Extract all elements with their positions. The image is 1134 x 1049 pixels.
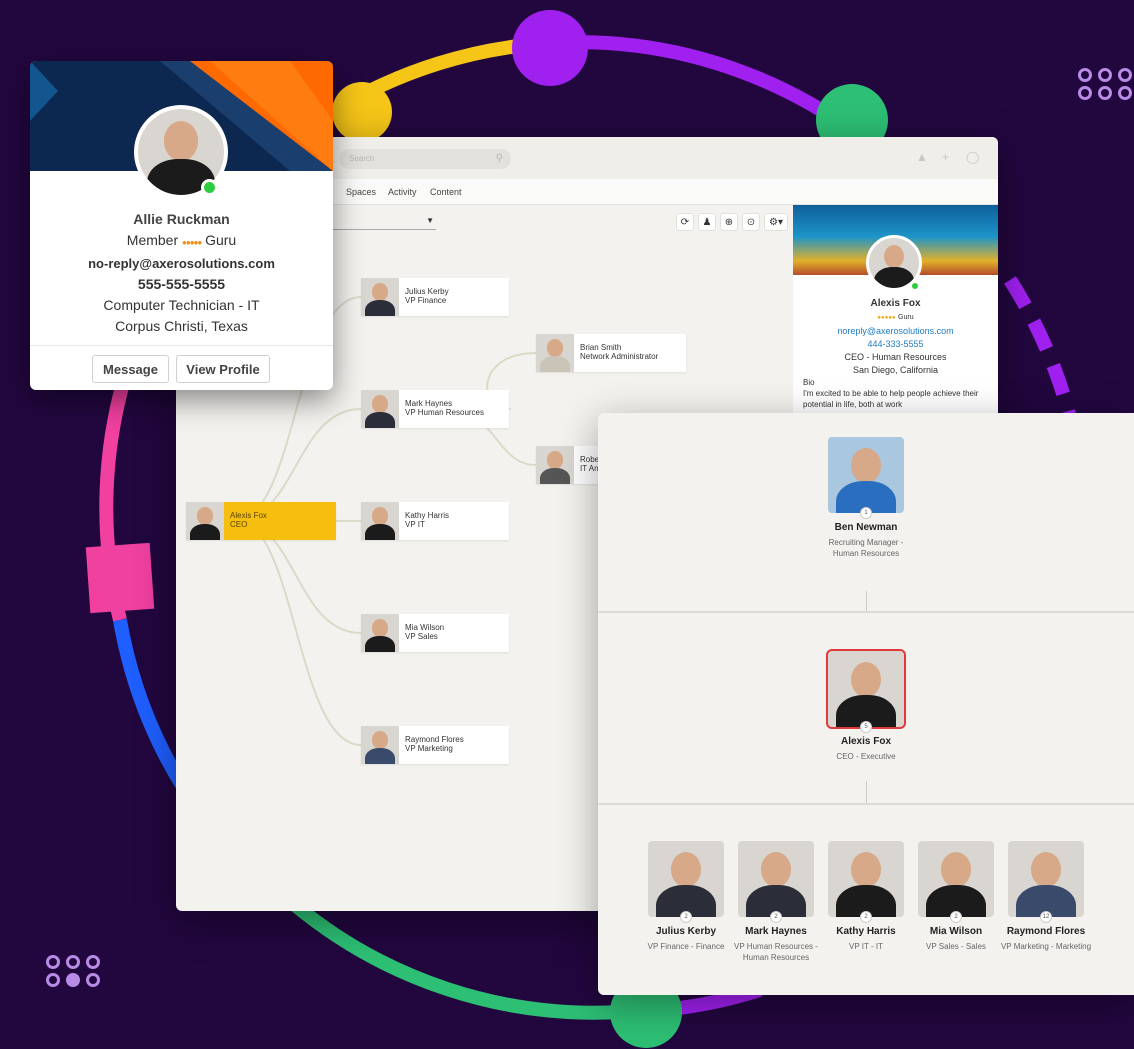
- card-name: Raymond Flores: [1006, 926, 1086, 937]
- card-title: Recruiting Manager - Human Resources: [828, 538, 904, 558]
- card-name: Julius Kerby: [655, 926, 717, 937]
- report-count-badge: 1: [860, 507, 872, 519]
- avatar: [361, 390, 399, 428]
- profile-bio: Bio I'm excited to be able to help peopl…: [803, 377, 988, 410]
- card-name: Alexis Fox: [840, 736, 892, 747]
- profile-title: CEO - Human Resources: [844, 352, 947, 362]
- report-count-badge: 5: [860, 721, 872, 733]
- bio-text: I'm excited to be able to help people ac…: [803, 389, 979, 409]
- tree-node[interactable]: Julius Kerby VP Finance: [361, 278, 509, 316]
- bio-label: Bio: [803, 378, 815, 387]
- avatar: [536, 446, 574, 484]
- node-title: VP Finance: [405, 296, 447, 305]
- hierarchy-report-card[interactable]: 12 Raymond Flores VP Marketing - Marketi…: [1000, 841, 1092, 952]
- view-profile-button[interactable]: View Profile: [176, 355, 270, 383]
- dot-cluster: [1078, 68, 1132, 100]
- avatar: [648, 841, 724, 917]
- node-title: VP Marketing: [405, 744, 453, 753]
- profile-card-info: Allie Ruckman Member ●●●●● Guru no-reply…: [30, 209, 333, 337]
- report-count-badge: 2: [770, 911, 782, 923]
- report-count-badge: 2: [860, 911, 872, 923]
- tree-node[interactable]: Brian Smith Network Administrator: [536, 334, 686, 372]
- node-title: VP Sales: [405, 632, 438, 641]
- hierarchy-manager-card[interactable]: 1 Ben Newman Recruiting Manager - Human …: [816, 437, 916, 559]
- divider: [598, 803, 1134, 805]
- profile-phone[interactable]: 444-333-5555: [793, 338, 998, 351]
- card-name: Mark Haynes: [745, 926, 807, 937]
- card-name: Ben Newman: [834, 522, 898, 533]
- avatar: [186, 502, 224, 540]
- rank-stars: ●●●●●: [877, 315, 896, 321]
- report-count-badge: 2: [950, 911, 962, 923]
- profile-phone[interactable]: 555-555-5555: [30, 274, 333, 295]
- online-status-dot: [910, 281, 920, 291]
- avatar: [826, 649, 906, 729]
- rank-stars: ●●●●●: [182, 238, 202, 247]
- avatar: [828, 841, 904, 917]
- node-title: IT An: [580, 464, 599, 473]
- profile-title: Computer Technician - IT: [103, 297, 260, 313]
- dot-cluster: [46, 955, 100, 987]
- node-name: Raymond Flores: [405, 735, 464, 744]
- profile-card: Allie Ruckman Member ●●●●● Guru no-reply…: [30, 61, 333, 390]
- card-title: VP Sales - Sales: [926, 942, 986, 951]
- avatar: [361, 278, 399, 316]
- avatar: [361, 502, 399, 540]
- node-name: Alexis Fox: [230, 511, 267, 520]
- profile-email[interactable]: no-reply@axerosolutions.com: [30, 253, 333, 274]
- avatar: [738, 841, 814, 917]
- side-profile-info: Alexis Fox ●●●●● Guru noreply@axerosolut…: [793, 297, 998, 377]
- report-count-badge: 12: [1040, 911, 1052, 923]
- rank-label: Guru: [898, 314, 914, 321]
- profile-email[interactable]: noreply@axerosolutions.com: [793, 325, 998, 338]
- card-title: VP Finance - Finance: [647, 942, 725, 951]
- connector: [866, 781, 867, 803]
- node-name: Robe: [580, 455, 600, 464]
- divider: [598, 611, 1134, 613]
- node-title: Network Administrator: [580, 352, 659, 361]
- hierarchy-report-card[interactable]: 2 Mia Wilson VP Sales - Sales: [910, 841, 1002, 952]
- hierarchy-report-card[interactable]: 2 Mark Haynes VP Human Resources - Human…: [730, 841, 822, 963]
- avatar: [828, 437, 904, 513]
- node-name: Mark Haynes: [405, 399, 453, 408]
- avatar: [361, 726, 399, 764]
- card-name: Kathy Harris: [836, 926, 896, 937]
- avatar: [536, 334, 574, 372]
- node-name: Julius Kerby: [405, 287, 449, 296]
- tree-node[interactable]: Mia Wilson VP Sales: [361, 614, 509, 652]
- tree-node[interactable]: Mark Haynes VP Human Resources: [361, 390, 509, 428]
- node-title: VP IT: [405, 520, 425, 529]
- online-status-dot: [201, 179, 218, 196]
- node-name: Mia Wilson: [405, 623, 445, 632]
- profile-name: Allie Ruckman: [133, 211, 230, 227]
- tree-node[interactable]: Kathy Harris VP IT: [361, 502, 509, 540]
- avatar: [1008, 841, 1084, 917]
- tree-node[interactable]: Raymond Flores VP Marketing: [361, 726, 509, 764]
- divider: [30, 345, 333, 346]
- node-name: Kathy Harris: [405, 511, 450, 520]
- node-title: CEO: [230, 520, 248, 529]
- node-name: Brian Smith: [580, 343, 622, 352]
- rank-label: Guru: [205, 232, 237, 248]
- node-title: VP Human Resources: [405, 408, 484, 417]
- member-label: Member: [126, 232, 179, 248]
- avatar: [361, 614, 399, 652]
- card-title: VP Marketing - Marketing: [1000, 942, 1092, 951]
- profile-location: San Diego, California: [852, 365, 939, 375]
- hierarchy-panel: 1 Ben Newman Recruiting Manager - Human …: [598, 413, 1134, 995]
- hierarchy-selected-card[interactable]: 5 Alexis Fox CEO - Executive: [816, 649, 916, 762]
- card-title: CEO - Executive: [836, 752, 896, 761]
- card-name: Mia Wilson: [929, 926, 983, 937]
- tree-node-ceo[interactable]: Alexis Fox CEO: [186, 502, 336, 540]
- report-count-badge: 2: [680, 911, 692, 923]
- profile-location: Corpus Christi, Texas: [115, 318, 248, 334]
- card-title: VP IT - IT: [849, 942, 883, 951]
- card-title: VP Human Resources - Human Resources: [734, 942, 818, 962]
- hierarchy-report-card[interactable]: 2 Kathy Harris VP IT - IT: [820, 841, 912, 952]
- profile-name: Alexis Fox: [870, 298, 921, 309]
- connector: [866, 591, 867, 611]
- hierarchy-report-card[interactable]: 2 Julius Kerby VP Finance - Finance: [640, 841, 732, 952]
- avatar: [918, 841, 994, 917]
- message-button[interactable]: Message: [92, 355, 169, 383]
